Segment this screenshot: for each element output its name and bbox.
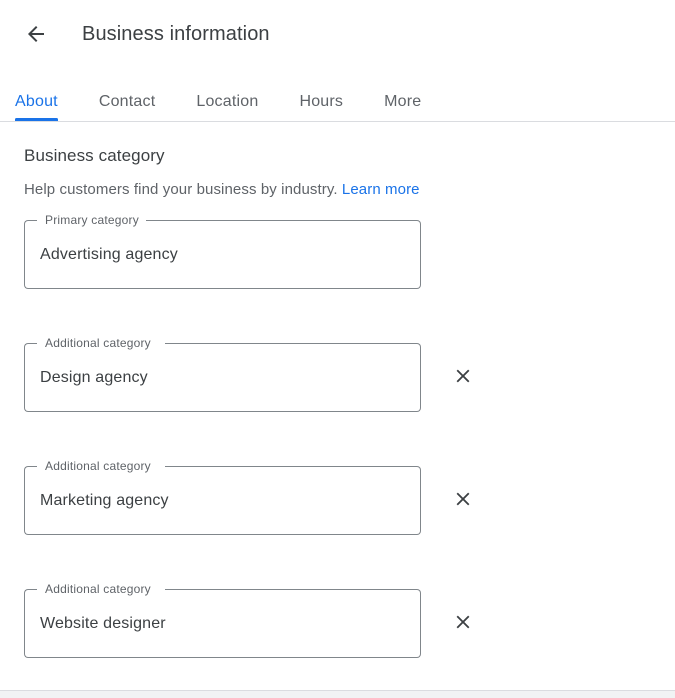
field-value[interactable]: Website designer [40, 589, 405, 658]
bottom-strip [0, 691, 675, 698]
remove-category-button-2[interactable] [443, 481, 483, 521]
tab-bar: About Contact Location Hours More [0, 68, 675, 121]
field-value[interactable]: Advertising agency [40, 220, 405, 289]
field-value[interactable]: Design agency [40, 343, 405, 412]
section-heading: Business category [24, 146, 165, 165]
app-header: Business information [0, 0, 675, 68]
additional-category-field-1[interactable]: Additional category Design agency [24, 335, 421, 412]
field-value[interactable]: Marketing agency [40, 466, 405, 535]
field-row: Additional category Marketing agency [24, 458, 651, 535]
close-icon [452, 488, 474, 513]
section-description-text: Help customers find your business by ind… [24, 181, 338, 198]
back-button[interactable] [16, 14, 56, 54]
field-row: Primary category Advertising agency [24, 212, 651, 289]
tab-more[interactable]: More [384, 68, 421, 121]
primary-category-field[interactable]: Primary category Advertising agency [24, 212, 421, 289]
tab-location[interactable]: Location [196, 68, 258, 121]
arrow-left-icon [24, 22, 48, 46]
additional-category-field-3[interactable]: Additional category Website designer [24, 581, 421, 658]
tab-about[interactable]: About [15, 68, 58, 121]
tab-contact[interactable]: Contact [99, 68, 156, 121]
remove-category-button-1[interactable] [443, 358, 483, 398]
learn-more-link[interactable]: Learn more [342, 181, 420, 198]
content-area: Business category Help customers find yo… [0, 122, 675, 698]
section-description: Help customers find your business by ind… [24, 181, 651, 198]
field-row: Additional category Design agency [24, 335, 651, 412]
close-icon [452, 611, 474, 636]
category-fields: Primary category Advertising agency Addi… [24, 212, 651, 658]
field-row: Additional category Website designer [24, 581, 651, 658]
remove-category-button-3[interactable] [443, 604, 483, 644]
page-title: Business information [82, 23, 270, 45]
additional-category-field-2[interactable]: Additional category Marketing agency [24, 458, 421, 535]
close-icon [452, 365, 474, 390]
tab-hours[interactable]: Hours [299, 68, 343, 121]
